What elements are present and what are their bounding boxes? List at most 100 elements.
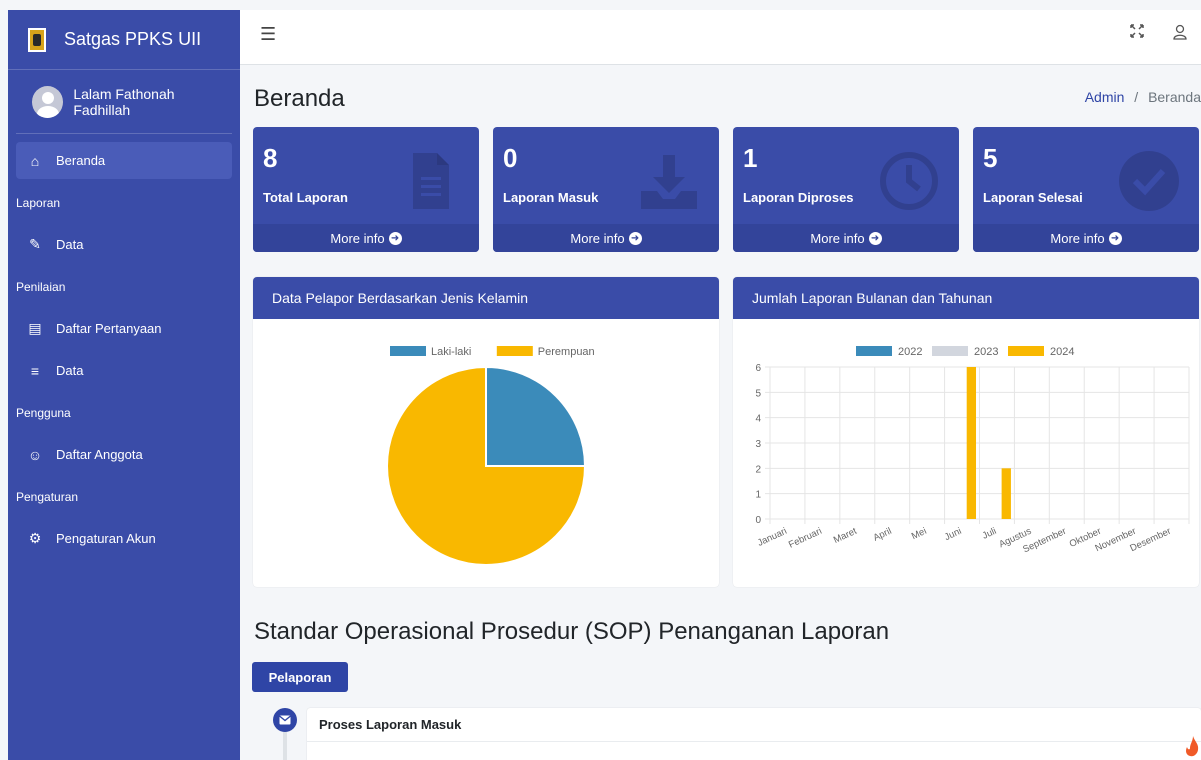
brand-logo <box>28 27 46 52</box>
brand-text: Satgas PPKS UII <box>64 29 202 49</box>
legend-label: 2022 <box>898 346 922 358</box>
breadcrumb-admin[interactable]: Admin <box>1085 89 1125 105</box>
legend-label: Laki-laki <box>431 346 471 358</box>
box-count: 8 <box>263 143 278 173</box>
sidebar-item-pengaturan-akun[interactable]: ⚙ Pengaturan Akun <box>16 520 232 557</box>
y-tick-label: 3 <box>755 439 761 450</box>
database-icon: ≡ <box>30 362 40 379</box>
pie-slice <box>485 365 587 467</box>
sidebar-item-data[interactable]: ✎ Data <box>16 226 232 263</box>
nav-header: Pengguna <box>16 405 71 420</box>
legend-swatch <box>856 346 892 356</box>
pelaporan-tab[interactable]: Pelaporan <box>252 662 348 692</box>
timeline-step-title: Proses Laporan Masuk <box>307 708 1201 742</box>
nav-header: Penilaian <box>16 279 66 294</box>
gender-pie-chart: Laki-laki Perempuan <box>386 346 595 566</box>
box-count: 1 <box>743 143 758 173</box>
envelope-icon <box>273 708 297 732</box>
breadcrumb-separator: / <box>1134 89 1139 105</box>
sidebar-item-label: Pengaturan Akun <box>56 531 156 546</box>
x-tick-label: Januari <box>756 526 789 549</box>
brand-link[interactable]: Satgas PPKS UII <box>8 10 240 70</box>
content: Beranda Admin / Beranda 8 Total Laporan … <box>240 65 1201 760</box>
clipboard-icon: ▤ <box>28 320 42 336</box>
arrow-circle-icon: ➜ <box>628 231 642 245</box>
sidebar-item-beranda[interactable]: ⌂ Beranda <box>16 142 232 179</box>
sidebar-item-label: Daftar Anggota <box>56 447 143 462</box>
x-tick-label: April <box>872 526 894 544</box>
chart-edit-icon: ✎ <box>29 236 41 252</box>
monthly-chart-title: Jumlah Laporan Bulanan dan Tahunan <box>733 277 1199 319</box>
x-tick-label: Juni <box>943 526 963 543</box>
box-label: Laporan Selesai <box>983 190 1083 205</box>
bar <box>966 367 977 519</box>
legend-swatch <box>1008 346 1044 356</box>
legend-label: Perempuan <box>538 346 595 358</box>
box-label: Laporan Diproses <box>743 190 854 205</box>
legend-swatch <box>390 346 426 356</box>
more-info-label: More info <box>570 230 625 246</box>
page-title: Beranda <box>254 85 345 112</box>
avatar <box>32 85 64 118</box>
more-info-link[interactable]: More info ➜ <box>733 224 959 252</box>
box-laporan-masuk: 0 Laporan Masuk More info ➜ <box>493 127 719 252</box>
x-tick-label: Februari <box>787 526 824 551</box>
box-total-laporan: 8 Total Laporan More info ➜ <box>253 127 479 252</box>
more-info-link[interactable]: More info ➜ <box>973 224 1199 252</box>
arrow-circle-icon: ➜ <box>1108 231 1122 245</box>
nav-header: Laporan <box>16 195 61 210</box>
y-tick-label: 4 <box>755 414 761 425</box>
timeline-card: Proses Laporan Masuk <box>307 708 1201 760</box>
legend-label: 2023 <box>974 346 998 358</box>
y-tick-label: 1 <box>755 490 761 501</box>
sidebar-item-label: Daftar Pertanyaan <box>56 321 162 336</box>
gear-icon: ⚙ <box>28 530 42 546</box>
y-tick-label: 2 <box>755 464 761 475</box>
hamburger-icon[interactable]: ☰ <box>260 24 276 45</box>
y-tick-label: 0 <box>755 515 761 526</box>
file-icon <box>413 153 449 209</box>
x-tick-label: Mei <box>910 526 929 542</box>
user-cog-icon: ☺ <box>27 446 43 463</box>
gender-chart-card: Data Pelapor Berdasarkan Jenis Kelamin L… <box>253 277 719 587</box>
download-icon <box>641 155 697 209</box>
box-count: 5 <box>983 143 998 173</box>
sop-title: Standar Operasional Prosedur (SOP) Penan… <box>254 618 890 645</box>
box-laporan-diproses: 1 Laporan Diproses More info ➜ <box>733 127 959 252</box>
sidebar-item-daftar-pertanyaan[interactable]: ▤ Daftar Pertanyaan <box>16 310 232 347</box>
y-tick-label: 5 <box>755 388 761 399</box>
arrow-circle-icon: ➜ <box>388 231 402 245</box>
expand-icon[interactable] <box>1130 24 1144 43</box>
sidebar-item-daftar-anggota[interactable]: ☺ Daftar Anggota <box>16 436 232 473</box>
more-info-label: More info <box>810 230 865 246</box>
arrow-circle-icon: ➜ <box>868 231 882 245</box>
check-circle-icon <box>1119 151 1179 211</box>
gender-chart-title: Data Pelapor Berdasarkan Jenis Kelamin <box>253 277 719 319</box>
breadcrumb: Admin / Beranda <box>1085 89 1201 105</box>
topbar: ☰ <box>240 10 1201 65</box>
sidebar-item-label: Data <box>56 237 84 252</box>
sidebar-nav: ⌂ Beranda Laporan ✎ Data Penilaian ▤ Daftar Per… <box>8 134 240 557</box>
legend-swatch <box>496 346 533 356</box>
sidebar-item-data[interactable]: ≡ Data <box>16 352 232 389</box>
user-icon[interactable] <box>1173 24 1187 45</box>
box-label: Total Laporan <box>263 190 348 205</box>
more-info-label: More info <box>330 230 385 246</box>
sidebar-item-label: Data <box>56 363 84 378</box>
monthly-chart-card: Jumlah Laporan Bulanan dan Tahunan 2022 2… <box>733 277 1199 587</box>
box-label: Laporan Masuk <box>503 190 599 205</box>
nav-header: Pengaturan <box>16 489 79 504</box>
clock-icon <box>880 152 938 210</box>
home-icon: ⌂ <box>30 152 40 169</box>
x-tick-label: Maret <box>832 526 859 546</box>
bar <box>1001 468 1011 519</box>
y-tick-label: 6 <box>755 363 761 374</box>
box-laporan-selesai: 5 Laporan Selesai More info ➜ <box>973 127 1199 252</box>
user-panel[interactable]: Lalam Fathonah Fadhillah <box>16 70 232 134</box>
sidebar-item-label: Beranda <box>56 153 106 168</box>
x-tick-label: Juli <box>981 526 999 542</box>
fire-icon[interactable] <box>1181 728 1201 760</box>
more-info-label: More info <box>1050 230 1105 246</box>
more-info-link[interactable]: More info ➜ <box>493 224 719 252</box>
more-info-link[interactable]: More info ➜ <box>253 224 479 252</box>
